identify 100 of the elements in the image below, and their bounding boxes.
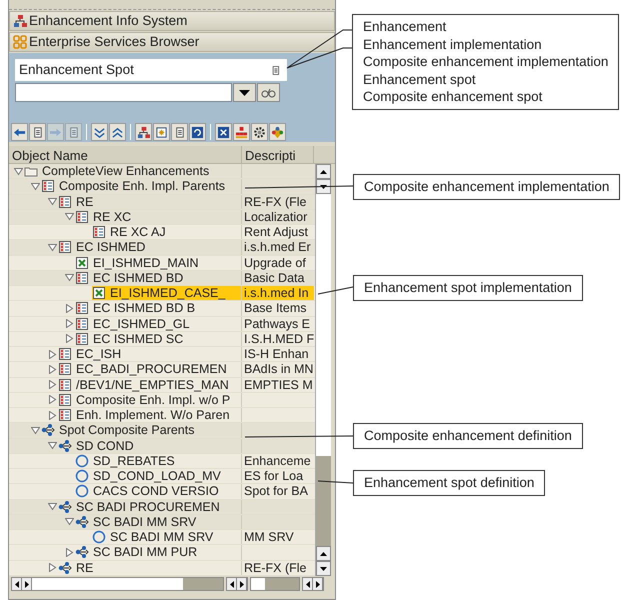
close-icon	[217, 126, 230, 138]
horizontal-scrollbar[interactable]	[302, 577, 324, 591]
leader-line	[318, 480, 354, 484]
tree-node[interactable]: EC ISHMED BD	[75, 270, 186, 285]
table-cell: i.s.h.med Er	[244, 240, 311, 254]
tree-node[interactable]: RE	[58, 194, 96, 209]
expanded-triangle-icon[interactable]	[64, 273, 74, 282]
tree-node[interactable]: EC ISHMED	[58, 240, 148, 254]
expanded-triangle-icon[interactable]	[48, 197, 56, 206]
horizontal-scrollbar[interactable]	[226, 577, 248, 591]
field-value: Enhancement Spot	[19, 60, 134, 79]
expanded-triangle-icon[interactable]	[30, 182, 40, 191]
toolbar-button[interactable]	[171, 123, 188, 141]
search-field[interactable]	[15, 83, 232, 102]
up-arrow-icon[interactable]	[320, 552, 327, 556]
horizontal-scrollbar[interactable]	[11, 577, 224, 591]
column-header[interactable]: Object Name	[9, 146, 242, 163]
expanded-triangle-icon[interactable]	[30, 426, 40, 435]
table-cell: RE-FX (Fle	[244, 194, 306, 208]
collapsed-triangle-icon[interactable]	[48, 380, 56, 390]
tree-node[interactable]: SD_REBATES	[75, 454, 177, 468]
expanded-triangle-icon[interactable]	[48, 502, 56, 512]
table-cell: Base Items	[244, 301, 307, 316]
circle-icon	[75, 454, 89, 468]
scroll-thumb[interactable]	[316, 456, 331, 546]
toolbar-button[interactable]	[153, 123, 170, 141]
table-cell: BAdIs in MN	[244, 362, 314, 376]
left-arrow-icon[interactable]	[230, 580, 234, 588]
network-icon	[41, 423, 55, 438]
tree-node[interactable]: EC ISHMED BD B	[75, 301, 198, 316]
tree-node[interactable]: EC_ISHMED_GL	[75, 316, 192, 331]
collapsed-triangle-icon[interactable]	[48, 563, 56, 572]
tree-node[interactable]: RE XC AJ	[92, 225, 168, 240]
network-icon	[75, 514, 89, 529]
collapsed-triangle-icon[interactable]	[64, 304, 74, 313]
nav-bar[interactable]: Enhancement Info System	[9, 11, 335, 31]
toolbar-button[interactable]	[11, 123, 28, 141]
right-arrow-icon[interactable]	[24, 580, 28, 588]
table-cell: Pathways E	[244, 316, 310, 330]
tree-node[interactable]: EI_ISHMED_CASE_	[92, 286, 241, 300]
down-arrow-icon[interactable]	[320, 566, 327, 570]
toolbar-button[interactable]	[215, 123, 232, 141]
gear-icon	[253, 126, 266, 138]
network-icon	[58, 500, 72, 514]
document-icon	[75, 256, 89, 270]
tree-node[interactable]: EC ISHMED SC	[75, 332, 186, 346]
collapsed-triangle-icon[interactable]	[64, 334, 74, 344]
left-arrow-icon[interactable]	[306, 580, 310, 588]
expand-icon	[93, 126, 106, 138]
tree-node[interactable]: SC BADI MM PUR	[75, 545, 200, 560]
left-arrow-icon[interactable]	[14, 580, 18, 588]
collapsed-triangle-icon[interactable]	[64, 548, 74, 557]
scroll-thumb[interactable]	[183, 578, 223, 590]
circle-icon	[75, 484, 89, 498]
expanded-triangle-icon[interactable]	[48, 242, 56, 252]
object-type-field[interactable]: Enhancement Spot	[15, 59, 287, 81]
expanded-triangle-icon[interactable]	[48, 441, 56, 450]
tree-node[interactable]: EC_ISH	[58, 347, 124, 362]
toolbar-button[interactable]	[109, 123, 126, 141]
toolbar-button[interactable]	[135, 123, 152, 141]
expanded-triangle-icon[interactable]	[64, 517, 74, 526]
table-cell: MM SRV	[244, 530, 294, 544]
toolbar-button[interactable]	[29, 123, 46, 141]
right-arrow-icon[interactable]	[316, 580, 320, 588]
node-label: RE	[76, 194, 94, 209]
column-header[interactable]: Descripti	[242, 146, 314, 163]
hierarchy-icon	[13, 14, 27, 28]
collapsed-triangle-icon[interactable]	[48, 395, 56, 404]
down-arrow-icon[interactable]	[320, 184, 327, 188]
tree-node[interactable]: SC BADI MM SRV	[92, 530, 216, 544]
tree-node[interactable]: EI_ISHMED_MAIN	[75, 256, 201, 270]
scroll-thumb[interactable]	[265, 578, 299, 590]
expanded-triangle-icon[interactable]	[14, 166, 22, 176]
collapsed-triangle-icon[interactable]	[48, 350, 56, 359]
toolbar-button[interactable]	[189, 123, 206, 141]
node-label: RE XC	[93, 210, 132, 224]
expanded-triangle-icon[interactable]	[64, 212, 74, 222]
dropdown-button[interactable]	[233, 83, 256, 102]
tree-node[interactable]: RE	[58, 560, 96, 575]
horizontal-scrollbar[interactable]	[250, 577, 300, 591]
collapsed-triangle-icon[interactable]	[64, 319, 74, 328]
nav-bar[interactable]: Enterprise Services Browser	[9, 32, 335, 52]
toolbar-button[interactable]	[91, 123, 108, 141]
node-label: EC_ISHMED_GL	[93, 316, 190, 331]
callout-text: Enhancement spot definition	[364, 474, 534, 492]
node-label: EC ISHMED BD B	[93, 301, 196, 316]
display-button[interactable]	[257, 83, 280, 102]
collapsed-triangle-icon[interactable]	[48, 410, 56, 420]
right-arrow-icon[interactable]	[240, 580, 244, 588]
node-label: EC ISHMED	[76, 240, 146, 254]
collapse-icon	[111, 126, 124, 138]
circle-icon	[75, 469, 89, 484]
node-label: EI_ISHMED_CASE_	[110, 286, 226, 300]
toolbar-button[interactable]	[269, 123, 286, 141]
toolbar-button[interactable]	[251, 123, 268, 141]
table-cell: Spot for BA	[244, 484, 308, 498]
tree-node[interactable]: RE XC	[75, 210, 134, 224]
up-arrow-icon[interactable]	[320, 170, 327, 174]
collapsed-triangle-icon[interactable]	[48, 364, 56, 374]
vertical-scrollbar[interactable]	[315, 164, 331, 576]
